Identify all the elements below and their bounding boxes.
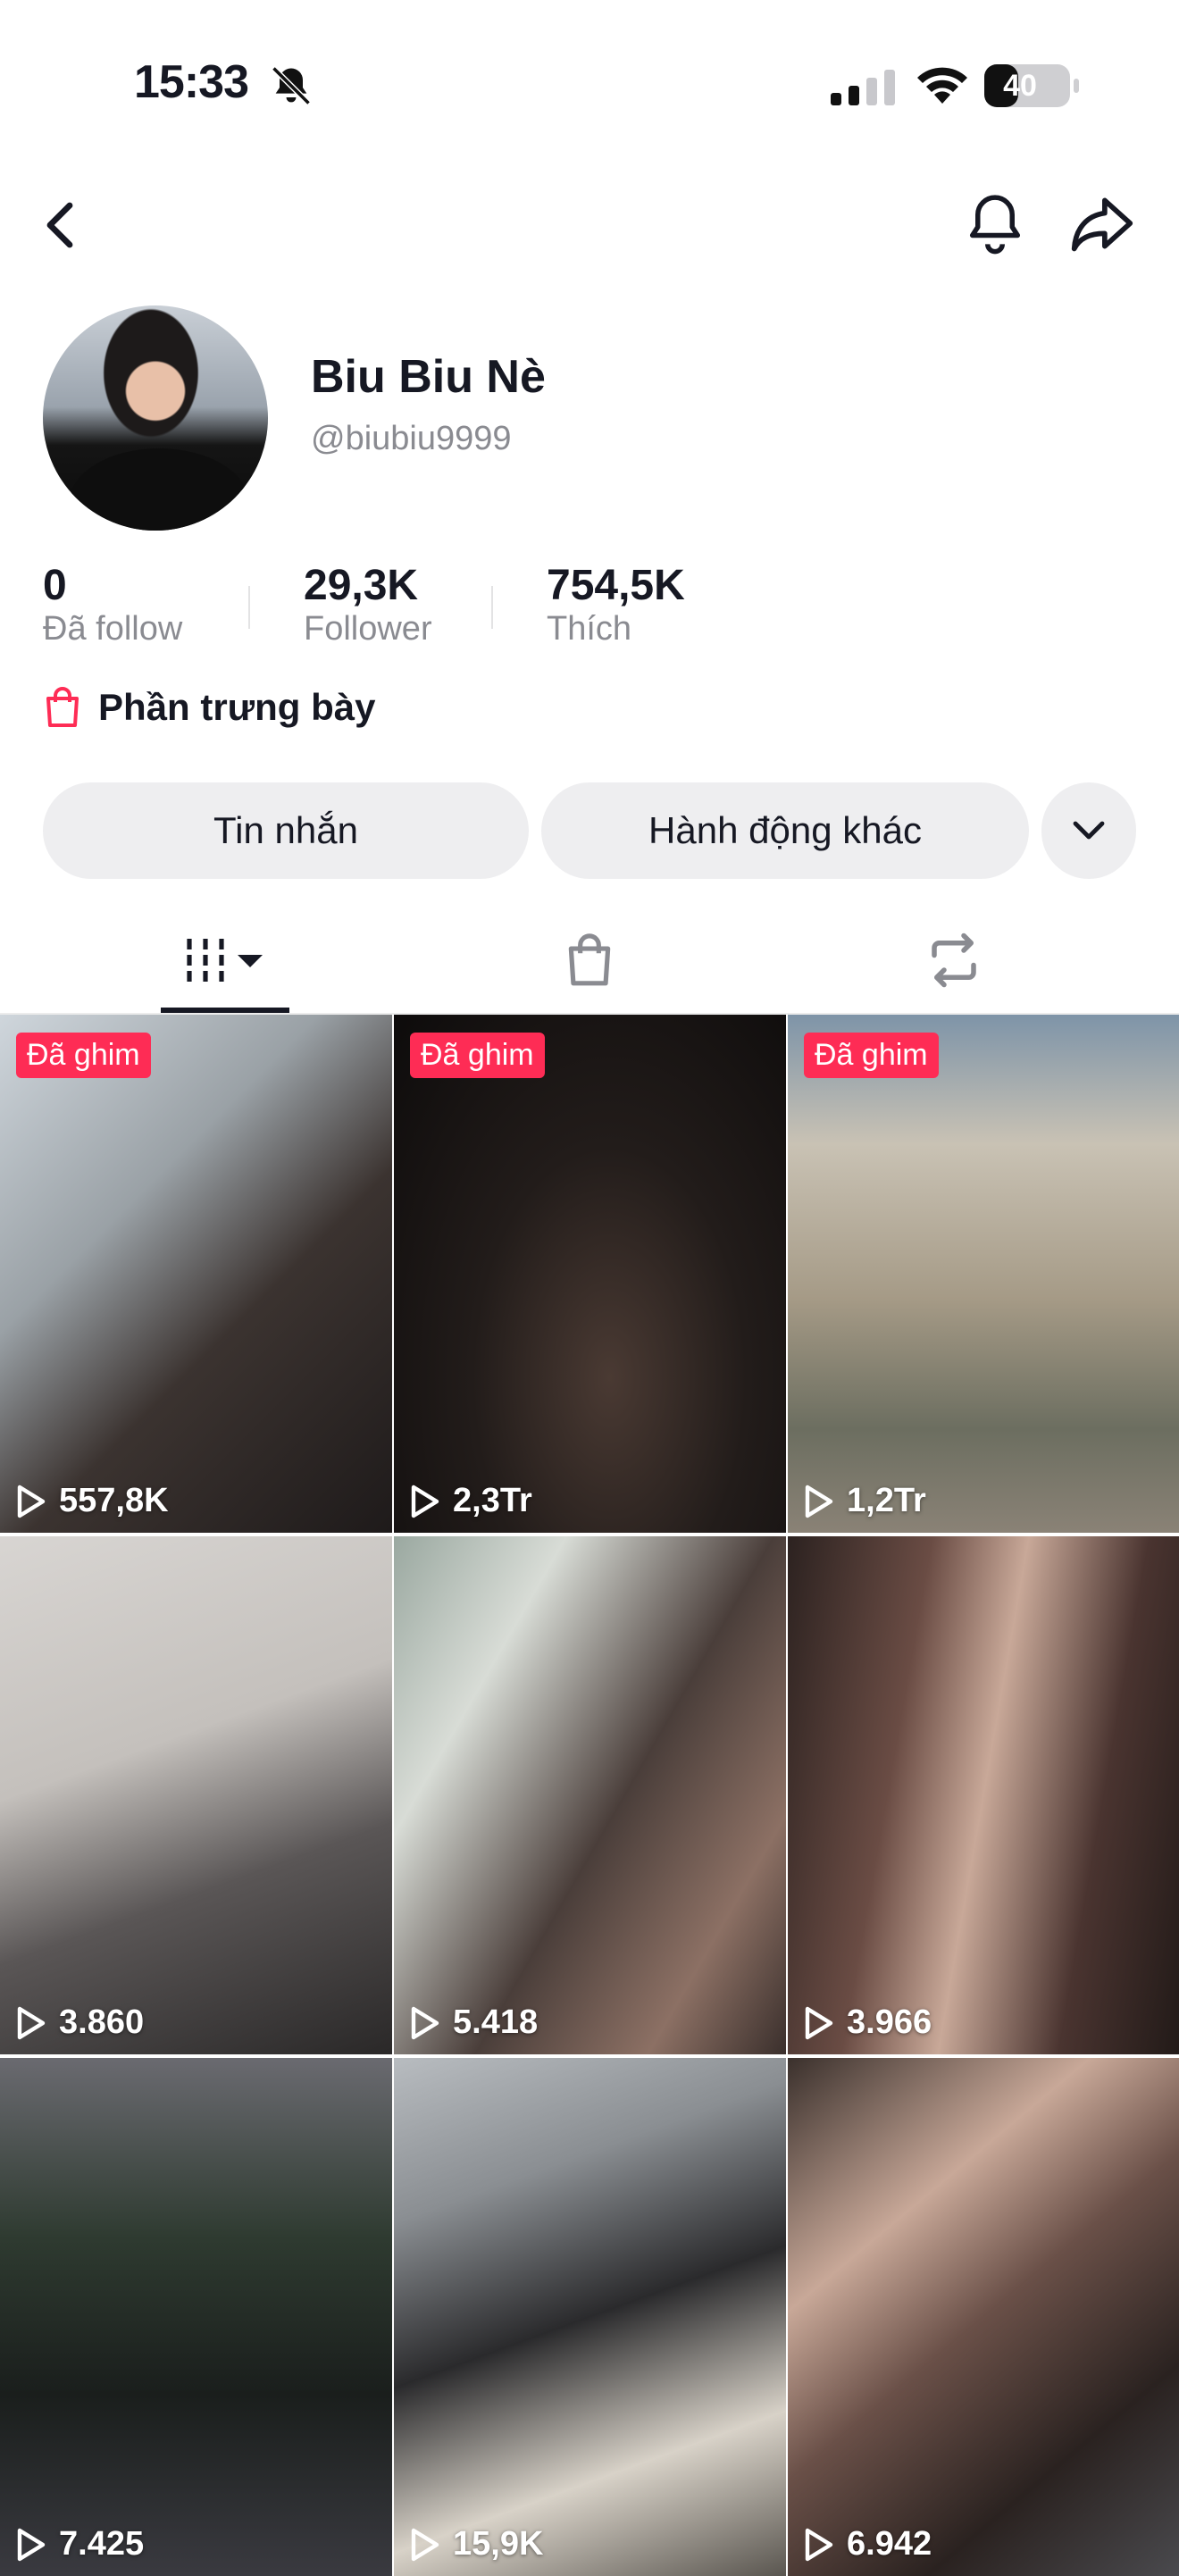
stat-followers-value: 29,3K [304, 562, 419, 609]
view-count: 2,3Tr [408, 1482, 532, 1520]
view-count-value: 15,9K [453, 2525, 544, 2563]
play-icon [411, 2006, 439, 2039]
showcase-label: Phần trưng bày [98, 686, 376, 728]
video-tile[interactable]: 5.418 [394, 1536, 786, 2054]
shopping-bag-icon [568, 933, 611, 986]
video-tile[interactable]: Đã ghim 557,8K [0, 1015, 392, 1533]
view-count: 7.425 [14, 2525, 144, 2563]
view-count-value: 3.966 [847, 2003, 932, 2041]
play-icon [17, 2528, 46, 2561]
play-icon [805, 1485, 833, 1518]
video-grid: Đã ghim 557,8K Đã ghim 2,3Tr Đã ghim 1,2… [0, 1015, 1179, 2576]
message-button[interactable]: Tin nhắn [43, 782, 529, 879]
shopping-bag-icon [46, 687, 79, 727]
video-tile[interactable]: 6.942 [788, 2058, 1179, 2576]
view-count-value: 3.860 [59, 2003, 145, 2041]
stat-following[interactable]: 0 Đã follow [43, 561, 182, 648]
showcase-link[interactable]: Phần trưng bày [43, 686, 375, 729]
view-count-value: 5.418 [453, 2003, 539, 2041]
stat-followers[interactable]: 29,3K Follower [304, 561, 432, 648]
cellular-signal-icon [831, 70, 895, 105]
stat-divider [491, 586, 493, 629]
video-tile[interactable]: 7.425 [0, 2058, 392, 2576]
view-count: 5.418 [408, 2003, 538, 2042]
tab-shop[interactable] [525, 911, 654, 1009]
username: @biubiu9999 [311, 420, 512, 457]
view-count-value: 2,3Tr [453, 1482, 532, 1519]
view-count: 1,2Tr [802, 1482, 926, 1520]
repost-icon [932, 933, 976, 988]
pinned-badge: Đã ghim [16, 1033, 151, 1078]
stat-followers-label: Follower [304, 610, 432, 648]
battery-percent: 40 [1003, 69, 1037, 103]
tab-videos[interactable] [161, 911, 289, 1009]
play-icon [17, 2006, 46, 2039]
suggested-accounts-button[interactable] [1041, 782, 1136, 879]
view-count: 3.966 [802, 2003, 932, 2042]
view-count: 15,9K [408, 2525, 543, 2563]
view-count-value: 6.942 [847, 2525, 932, 2563]
video-tile[interactable]: Đã ghim 1,2Tr [788, 1015, 1179, 1533]
view-count-value: 7.425 [59, 2525, 145, 2563]
video-tile[interactable]: 3.966 [788, 1536, 1179, 2054]
tab-reposts[interactable] [890, 911, 1018, 1009]
play-icon [805, 2006, 833, 2039]
video-tile[interactable]: 3.860 [0, 1536, 392, 2054]
stat-likes[interactable]: 754,5K Thích [547, 561, 685, 648]
view-count-value: 1,2Tr [847, 1482, 926, 1519]
view-count-value: 557,8K [59, 1482, 169, 1519]
status-time: 15:33 [134, 56, 249, 108]
battery-icon: 40 [984, 64, 1079, 107]
play-icon [411, 2528, 439, 2561]
play-icon [805, 2528, 833, 2561]
notification-bell-button[interactable] [959, 188, 1031, 259]
stat-following-label: Đã follow [43, 610, 183, 648]
chevron-left-icon [46, 202, 73, 248]
display-name: Biu Biu Nè [311, 351, 546, 403]
grid-icon [187, 939, 263, 982]
bell-icon [969, 195, 1021, 255]
view-count: 6.942 [802, 2525, 932, 2563]
stat-divider [248, 586, 250, 629]
play-icon [17, 1485, 46, 1518]
more-actions-button[interactable]: Hành động khác [541, 782, 1029, 879]
share-arrow-icon [1071, 197, 1133, 252]
video-tile[interactable]: Đã ghim 2,3Tr [394, 1015, 786, 1533]
stat-likes-label: Thích [547, 610, 632, 648]
chevron-down-icon [1073, 821, 1105, 840]
pinned-badge: Đã ghim [804, 1033, 939, 1078]
bell-muted-icon [272, 66, 311, 105]
stat-likes-value: 754,5K [547, 562, 685, 609]
play-icon [411, 1485, 439, 1518]
view-count: 557,8K [14, 1482, 169, 1520]
view-count: 3.860 [14, 2003, 144, 2042]
back-button[interactable] [25, 189, 96, 261]
video-tile[interactable]: 15,9K [394, 2058, 786, 2576]
profile-avatar[interactable] [43, 305, 268, 531]
wifi-icon [917, 67, 967, 104]
share-profile-button[interactable] [1066, 188, 1138, 259]
pinned-badge: Đã ghim [410, 1033, 545, 1078]
stat-following-value: 0 [43, 562, 67, 609]
